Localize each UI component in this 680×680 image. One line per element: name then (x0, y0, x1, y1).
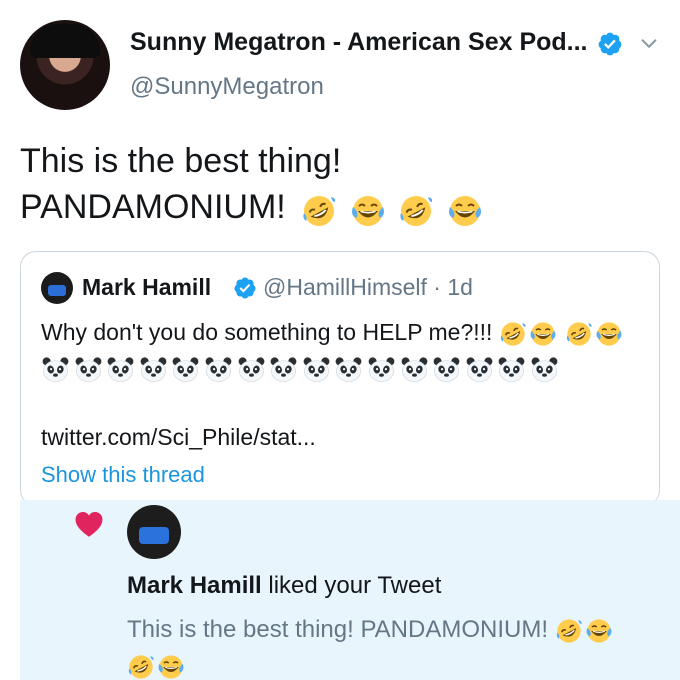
quote-text: Why don't you do something to HELP me?!!… (41, 316, 641, 384)
panda-emoji-icon (367, 355, 396, 384)
user-handle[interactable]: @SunnyMegatron (130, 73, 324, 101)
panda-emoji-icon (497, 355, 526, 384)
panda-emoji-icon (204, 355, 233, 384)
joy-emoji-icon (447, 193, 483, 229)
joy-emoji-icon (585, 617, 613, 645)
rofl-emoji-icon (301, 193, 337, 229)
panda-emoji-icon (237, 355, 266, 384)
panda-emoji-icon (106, 355, 135, 384)
tweet-text-line-2-text: PANDAMONIUM! (20, 188, 286, 226)
liked-tweet-text: This is the best thing! PANDAMONIUM! (127, 616, 549, 643)
notification-avatar[interactable] (127, 505, 181, 559)
heart-icon (75, 512, 103, 537)
quoted-tweet-card[interactable]: Mark Hamill @HamillHimself · 1d Why don'… (20, 251, 660, 506)
verified-badge-icon (597, 31, 623, 57)
panda-emoji-icon (302, 355, 331, 384)
notification-line: Mark Hamill liked your Tweet (127, 572, 441, 600)
joy-emoji-icon (157, 653, 185, 680)
rofl-emoji-icon (565, 320, 593, 348)
joy-emoji-icon (350, 193, 386, 229)
face-mask-shape (48, 285, 66, 296)
tweet-text-line-1: This is the best thing! (20, 142, 342, 180)
avatar[interactable] (20, 20, 110, 110)
quote-link[interactable]: twitter.com/Sci_Phile/stat... (41, 424, 316, 451)
panda-emoji-icon (269, 355, 298, 384)
avatar-hat-shape (30, 24, 100, 58)
tweet-emoji-row (301, 186, 485, 232)
panda-emoji-icon (334, 355, 363, 384)
tweet-header: Sunny Megatron - American Sex Pod... @Su… (0, 0, 680, 120)
face-mask-shape (139, 527, 169, 544)
rofl-emoji-icon (398, 193, 434, 229)
liked-tweet-preview[interactable]: This is the best thing! PANDAMONIUM! (127, 612, 667, 680)
tweet-text: This is the best thing! PANDAMONIUM! (20, 138, 660, 232)
joy-emoji-icon (529, 320, 557, 348)
rofl-emoji-icon (555, 617, 583, 645)
quote-text-body: Why don't you do something to HELP me?!!… (41, 319, 493, 345)
rofl-emoji-icon (499, 320, 527, 348)
panda-emoji-row (41, 352, 641, 384)
joy-emoji-icon (595, 320, 623, 348)
panda-emoji-icon (171, 355, 200, 384)
panda-emoji-icon (465, 355, 494, 384)
liker-name[interactable]: Mark Hamill (127, 572, 262, 599)
chevron-down-icon[interactable] (638, 33, 660, 55)
panda-emoji-icon (432, 355, 461, 384)
like-notification[interactable]: Mark Hamill liked your Tweet This is the… (20, 500, 680, 680)
notification-action: liked your Tweet (261, 572, 442, 599)
quote-handle-time[interactable]: @HamillHimself · 1d (263, 274, 473, 301)
display-name[interactable]: Sunny Megatron - American Sex Pod... (130, 28, 588, 57)
quote-avatar[interactable] (41, 272, 73, 304)
quote-author-name[interactable]: Mark Hamill (82, 274, 211, 301)
verified-badge-icon (233, 276, 257, 300)
panda-emoji-icon (530, 355, 559, 384)
panda-emoji-icon (400, 355, 429, 384)
panda-emoji-icon (139, 355, 168, 384)
show-thread-link[interactable]: Show this thread (41, 462, 205, 488)
panda-emoji-icon (41, 355, 70, 384)
rofl-emoji-icon (127, 653, 155, 680)
tweet-text-line-2: PANDAMONIUM! (20, 184, 660, 232)
panda-emoji-icon (74, 355, 103, 384)
